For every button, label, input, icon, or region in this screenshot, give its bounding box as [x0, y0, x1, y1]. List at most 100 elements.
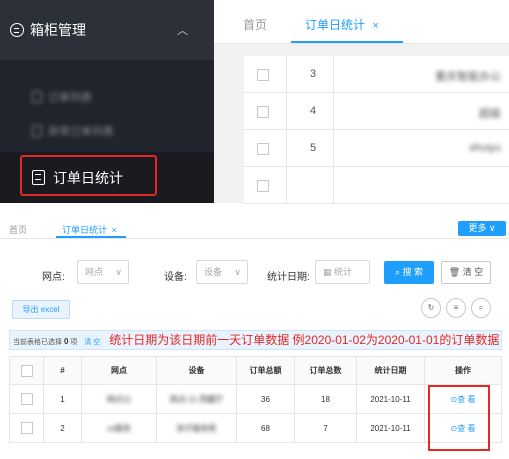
- date-label: 统计日期:: [267, 272, 310, 283]
- selected-count: 0: [63, 337, 69, 346]
- active-tab-underline: [56, 236, 126, 238]
- cell-point-text: xx服务: [107, 423, 131, 433]
- chevron-down-icon: ∨: [234, 267, 241, 277]
- cell-point-text: 网点11: [106, 394, 132, 404]
- col-header-date: 统计日期: [356, 356, 425, 385]
- cell-index: 2: [43, 413, 82, 443]
- tab-daily-stats[interactable]: 订单日统计 ×: [62, 223, 117, 236]
- select-all-cell: [9, 356, 44, 385]
- top-tab-bar: 首页 订单日统计 ×: [214, 0, 509, 44]
- search-button[interactable]: ⌕ 搜 索: [384, 261, 434, 284]
- row-checkbox[interactable]: [257, 180, 269, 192]
- tab-label: 订单日统计: [62, 225, 108, 235]
- clear-selection-link[interactable]: 清 空: [84, 339, 100, 346]
- row-number: 5: [310, 142, 317, 154]
- cell-amount: 36: [236, 384, 295, 414]
- row-value: shuiyu: [469, 142, 501, 154]
- zoomed-table: 3 重庆智能办公 4 超级 5 shuiyu: [244, 56, 509, 204]
- row-checkbox[interactable]: [257, 143, 269, 155]
- row-checkbox[interactable]: [20, 393, 33, 405]
- trash-icon: 🗑: [448, 267, 461, 277]
- sidebar-item-label: 异常订单列表: [48, 126, 114, 138]
- device-select[interactable]: 设备 ∨: [196, 260, 248, 284]
- col-header-device: 设备: [156, 356, 237, 385]
- close-icon[interactable]: ×: [372, 20, 378, 32]
- document-icon: [32, 125, 42, 137]
- device-select-value: 设备: [204, 267, 223, 277]
- cell-index: 1: [43, 384, 82, 414]
- cabinet-icon: [10, 23, 24, 37]
- cell-amount: 68: [236, 413, 295, 443]
- sidebar-item-label: 订单列表: [48, 92, 92, 104]
- document-icon: [32, 91, 42, 103]
- tab-daily-stats[interactable]: 订单日统计 ×: [305, 16, 379, 33]
- highlight-box: [428, 385, 490, 451]
- table-row: 4 超级: [244, 93, 509, 130]
- select-all-checkbox[interactable]: [20, 364, 33, 377]
- table-row: [244, 167, 509, 204]
- row-select-cell: [9, 384, 44, 414]
- col-header-index: #: [43, 356, 82, 385]
- col-header-count: 订单总数: [294, 356, 357, 385]
- main-panel: 首页 订单日统计 × 更多 ∨ 网点: 网点 ∨ 设备: 设备 ∨ 统计日期: …: [0, 207, 509, 459]
- sidebar-item-abnormal-orders[interactable]: 异常订单列表: [0, 109, 214, 153]
- cell-device-text: 网点-11 西藏厅: [169, 394, 224, 404]
- cell-date: 2021-10-11: [356, 384, 425, 414]
- calendar-icon: ▦: [323, 267, 332, 277]
- date-input[interactable]: ▦ 统计: [315, 260, 370, 284]
- clear-button-label: 清 空: [462, 267, 484, 277]
- info-suffix: 项: [70, 339, 78, 346]
- chevron-up-icon: ︿: [177, 25, 188, 37]
- cell-device-text: 快子服务柜: [176, 423, 217, 433]
- highlight-box: [20, 155, 157, 196]
- search-icon[interactable]: ⌕: [471, 298, 491, 318]
- row-select-cell: [9, 413, 44, 443]
- row-number: 3: [310, 68, 317, 80]
- chevron-down-icon: ∨: [115, 267, 122, 277]
- point-label: 网点:: [42, 272, 65, 283]
- point-select[interactable]: 网点 ∨: [77, 260, 129, 284]
- row-value: 重庆智能办公: [435, 71, 501, 83]
- table-header-row: # 网点 设备 订单总额 订单总数 统计日期 操作: [9, 356, 502, 385]
- date-input-placeholder: 统计: [334, 267, 353, 277]
- point-select-value: 网点: [85, 267, 104, 277]
- date-note: 统计日期为该日期前一天订单数据 例2020-01-02为2020-01-01的订…: [109, 333, 500, 347]
- filter-columns-icon[interactable]: ≡: [446, 298, 466, 318]
- sidebar-group-cabinet[interactable]: 箱柜管理 ︿: [0, 0, 214, 60]
- cell-device: 网点-11 西藏厅: [156, 384, 237, 414]
- table-row: 5 shuiyu: [244, 130, 509, 167]
- zoomed-screenshot: 箱柜管理 ︿ 订单列表 异常订单列表 订单日统计 首页 订单日统计 × 3 重庆…: [0, 0, 509, 204]
- device-label: 设备:: [164, 272, 187, 283]
- table-row: 3 重庆智能办公: [244, 56, 509, 93]
- col-header-point: 网点: [81, 356, 157, 385]
- tab-label: 订单日统计: [305, 18, 366, 32]
- selection-info-bar: 当前表格已选择 0 项 清 空 统计日期为该日期前一天订单数据 例2020-01…: [9, 330, 502, 350]
- col-header-action: 操作: [424, 356, 502, 385]
- cell-device: 快子服务柜: [156, 413, 237, 443]
- row-number: 4: [310, 105, 317, 117]
- row-checkbox[interactable]: [20, 422, 33, 434]
- cell-point: xx服务: [81, 413, 157, 443]
- col-header-amount: 订单总额: [236, 356, 295, 385]
- more-button[interactable]: 更多 ∨: [458, 221, 506, 236]
- active-tab-underline: [291, 41, 403, 43]
- cell-count: 18: [294, 384, 357, 414]
- cell-point: 网点11: [81, 384, 157, 414]
- sidebar: 箱柜管理 ︿ 订单列表 异常订单列表 订单日统计: [0, 0, 214, 203]
- cell-count: 7: [294, 413, 357, 443]
- tab-bar: 首页 订单日统计 × 更多 ∨: [0, 207, 509, 239]
- export-excel-button[interactable]: 导出 excel: [12, 300, 70, 319]
- row-checkbox[interactable]: [257, 69, 269, 81]
- info-prefix: 当前表格已选择: [13, 339, 62, 346]
- row-checkbox[interactable]: [257, 106, 269, 118]
- sidebar-group-label: 箱柜管理: [30, 22, 86, 38]
- row-value: 超级: [479, 108, 501, 120]
- clear-button[interactable]: 🗑 清 空: [441, 261, 491, 284]
- close-icon[interactable]: ×: [112, 225, 117, 235]
- search-button-label: 搜 索: [402, 267, 424, 277]
- tab-home[interactable]: 首页: [243, 16, 267, 33]
- search-icon: ⌕: [394, 267, 400, 277]
- tab-home[interactable]: 首页: [9, 223, 27, 236]
- cell-date: 2021-10-11: [356, 413, 425, 443]
- refresh-icon[interactable]: ↻: [421, 298, 441, 318]
